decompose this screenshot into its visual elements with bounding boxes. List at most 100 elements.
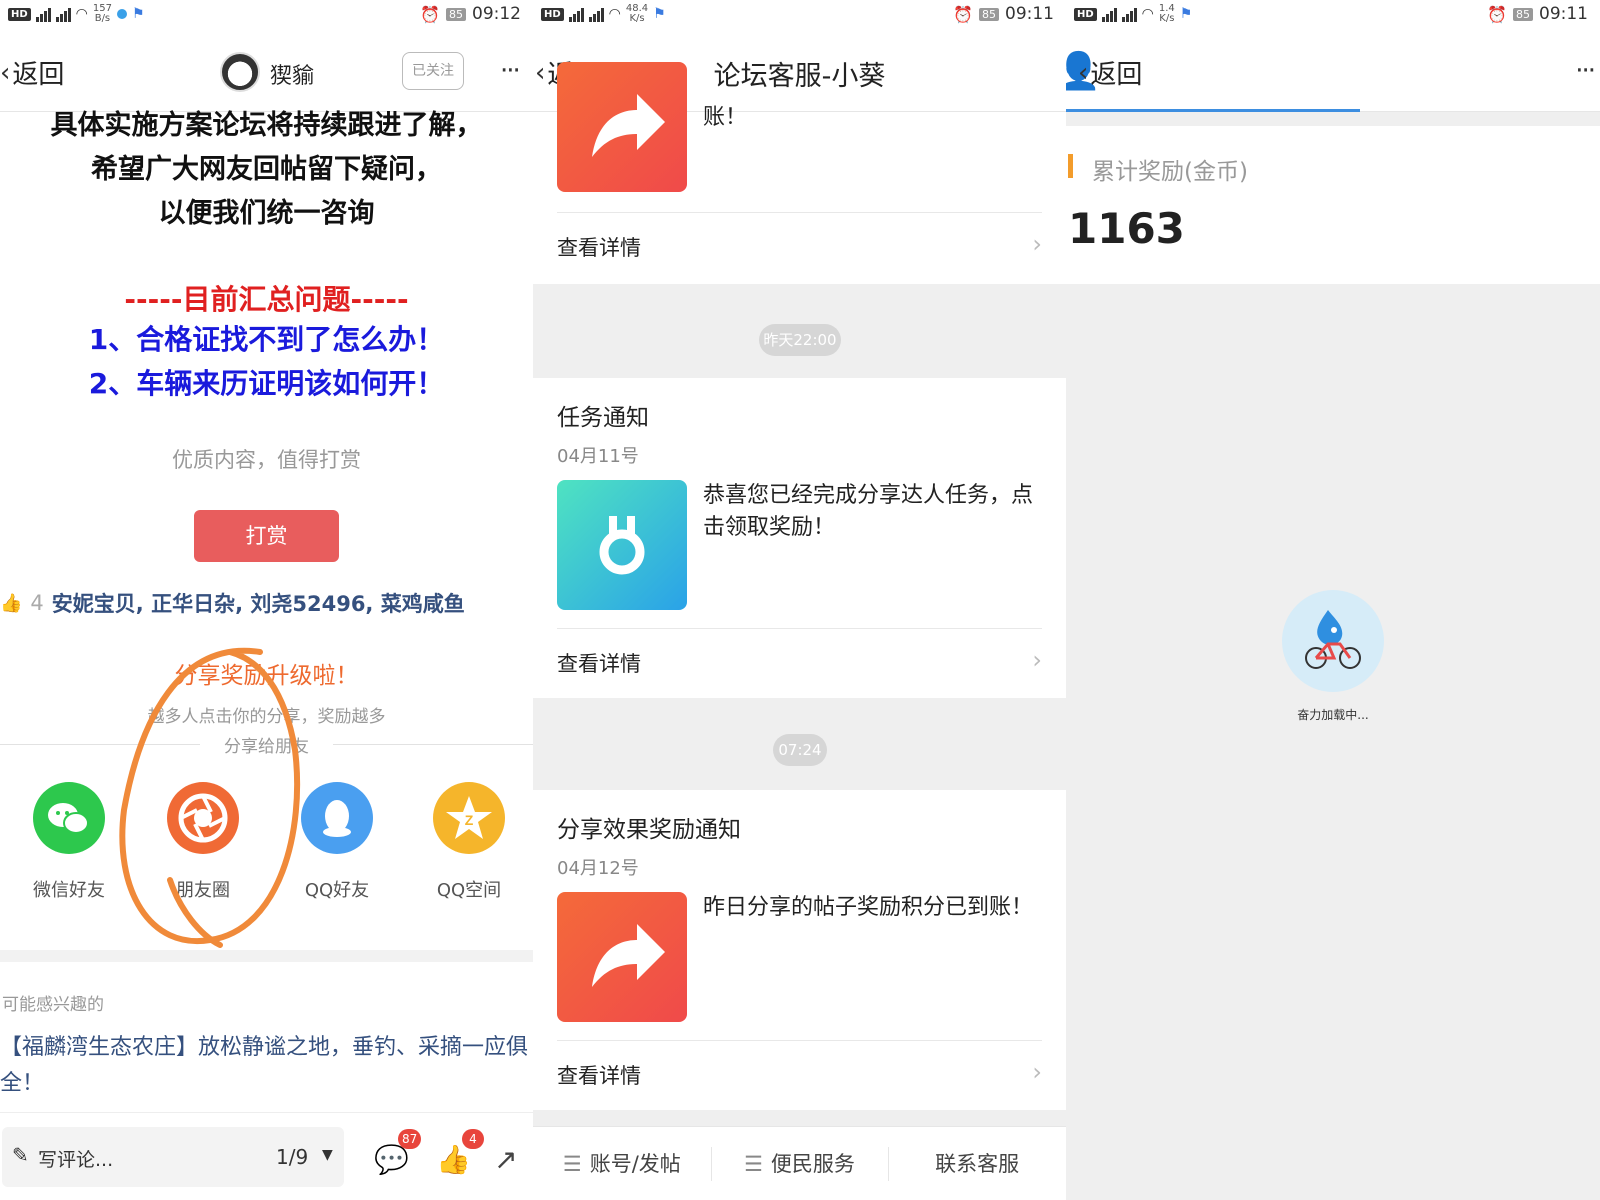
menu-contact-support[interactable]: 联系客服 [888,1127,1066,1200]
message-date: 04月12号 [557,858,639,879]
medal-icon [557,480,687,610]
share-icon[interactable]: ↗ [494,1143,517,1176]
message-text: 昨日分享的帖子奖励积分已到账！ [703,895,1034,920]
card-divider [557,1040,1042,1041]
menu-label: 账号/发帖 [589,1152,681,1176]
runner-icon: ⚑ [653,6,666,22]
hd-indicator: HD [8,7,31,21]
signal-icon-2 [55,6,71,22]
reward-hint: 优质内容，值得打赏 [172,448,361,472]
recommend-title: 可能感兴趣的 [2,995,104,1015]
clock: 09:11 [1539,4,1588,24]
share-qzone-button[interactable]: Z QQ空间 [414,782,524,902]
reward-value: 1163 [1068,204,1185,253]
signal-icon-2 [1121,6,1137,22]
likers-list[interactable]: 安妮宝贝, 正华日杂, 刘尧52496, 菜鸡咸鱼 [52,588,465,618]
more-icon[interactable]: ··· [1575,56,1596,86]
timestamp-pill: 07:24 [773,734,827,766]
more-icon[interactable]: ··· [500,56,521,86]
reward-summary-card: 累计奖励(金币) 1163 [1066,126,1600,284]
status-bar: HD ◠ 1.4 K/s ⚑ ⏰ 85 09:11 [1066,0,1600,30]
battery-level: 85 [446,7,466,21]
page-indicator[interactable]: 1/9 [276,1145,308,1169]
comment-placeholder: 写评论... [38,1149,114,1171]
likes-count: 4 [30,591,44,615]
comment-bar: ✎ 写评论... 1/9 ▼ 💬 87 👍 4 ↗ [0,1112,533,1200]
chevron-left-icon: ‹ [0,57,11,88]
reward-nav-bar: 👤 ‹ 返回 ··· [1066,30,1600,112]
chevron-right-icon: › [1032,1058,1042,1086]
card-divider [557,628,1042,629]
view-details-link[interactable]: 查看详情 [557,1060,641,1090]
alarm-icon: ⏰ [1487,4,1507,24]
net-speed: 48.4 K/s [625,3,649,24]
alarm-icon: ⏰ [953,4,973,24]
author-avatar[interactable] [220,52,260,92]
followed-button[interactable]: 已关注 [402,52,464,90]
reward-button[interactable]: 打赏 [194,510,339,562]
svg-text:Z: Z [465,812,474,828]
accent-bar [1068,154,1073,178]
article-body: 具体实施方案论坛将持续跟进了解， 希望广大网友回帖留下疑问， 以便我们统一咨询 [0,104,533,236]
post-nav-bar: ‹ 返回 猰貐 已关注 ··· [0,30,533,112]
section-title: -----目前汇总问题----- [124,283,409,316]
card-divider [557,212,1042,213]
message-title: 分享效果奖励通知 [557,817,741,843]
comment-count-badge: 87 [398,1129,422,1149]
share-arrow-icon [557,892,687,1022]
app-notification-icon [116,9,127,19]
questions-block: -----目前汇总问题----- 1、合格证找不到了怎么办！ 2、车辆来历证明该… [0,278,533,406]
thumb-up-icon: 👍 [0,592,23,614]
hd-indicator: HD [1074,7,1097,21]
loading-text: 奋力加载中... [1297,708,1369,722]
message-title: 任务通知 [557,405,649,431]
question-item: 1、合格证找不到了怎么办！ [88,323,445,356]
chat-bottom-menu: ☰ 账号/发帖 ☰ 便民服务 联系客服 [533,1126,1066,1200]
share-arrow-icon [557,62,687,192]
message-card[interactable]: 任务通知 04月11号 恭喜您已经完成分享达人任务，点击领取奖励！ 查看详情 › [533,378,1066,698]
likes-row: 👍 4 安妮宝贝, 正华日杂, 刘尧52496, 菜鸡咸鱼 [0,588,465,618]
menu-icon: ☰ [562,1152,582,1176]
back-label: 返回 [1090,60,1143,90]
pen-icon: ✎ [12,1143,29,1167]
clock: 09:12 [472,4,521,24]
message-card[interactable]: 分享效果奖励通知 04月12号 昨日分享的帖子奖励积分已到账！ 查看详情 › [533,790,1066,1110]
hand-drawn-circle-annotation [119,647,301,948]
message-text: 账！ [703,105,748,130]
battery-level: 85 [1513,7,1533,21]
menu-account-post[interactable]: ☰ 账号/发帖 [533,1127,711,1200]
article-line: 具体实施方案论坛将持续跟进了解， [50,110,483,141]
like-count-badge: 4 [462,1129,484,1149]
comment-input[interactable]: ✎ 写评论... 1/9 ▼ [2,1127,344,1187]
messages-panel: HD ◠ 48.4K/s ⚑ ⏰ 85 09:11 ‹ 返回 论坛客服-小葵 账… [533,0,1066,1200]
net-speed: 157 B/s [92,3,112,24]
wifi-icon: ◠ [1141,6,1154,22]
chevron-left-icon: ‹ [1078,57,1089,88]
runner-icon: ⚑ [1179,6,1193,22]
signal-icon [568,6,584,22]
wifi-icon: ◠ [75,6,88,22]
message-text: 恭喜您已经完成分享达人任务，点击领取奖励！ [703,483,1034,540]
question-item: 2、车辆来历证明该如何开！ [88,367,445,400]
clock: 09:11 [1005,4,1054,24]
back-button[interactable]: ‹ 返回 [1078,54,1142,91]
timestamp-pill: 昨天22:00 [759,324,841,356]
hd-indicator: HD [541,7,564,21]
recommended-post-link[interactable]: 【福麟湾生态农庄】放松静谧之地，垂钓、采摘一应俱全！ [0,1030,530,1102]
qzone-icon: Z [433,782,505,854]
like-icon[interactable]: 👍 [436,1143,471,1176]
message-card[interactable]: 账！ 查看详情 › [533,62,1066,284]
runner-icon: ⚑ [131,6,145,22]
dropdown-icon[interactable]: ▼ [322,1147,333,1163]
menu-icon: ☰ [744,1152,763,1176]
menu-label: 联系客服 [935,1152,1020,1176]
wifi-icon: ◠ [608,6,621,22]
menu-services[interactable]: ☰ 便民服务 [710,1127,889,1200]
share-wechat-button[interactable]: 微信好友 [14,782,124,902]
author-name[interactable]: 猰貐 [270,58,314,90]
back-label: 返回 [12,60,65,90]
view-details-link[interactable]: 查看详情 [557,648,641,678]
post-panel: HD ◠ 157 B/s ⚑ ⏰ 85 09:12 ‹ 返回 猰貐 已关注 ···… [0,0,533,1200]
back-button[interactable]: ‹ 返回 [0,54,64,91]
view-details-link[interactable]: 查看详情 [557,232,641,262]
